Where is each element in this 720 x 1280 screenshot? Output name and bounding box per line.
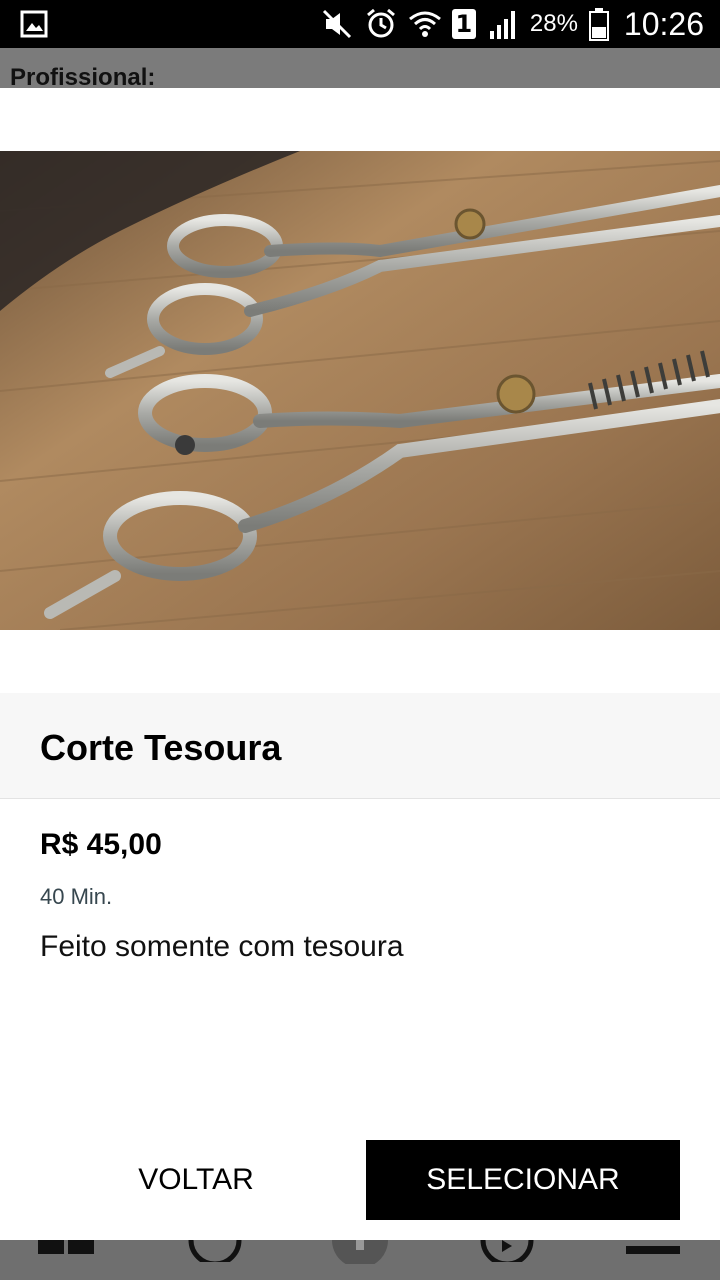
center-icon [332,1240,388,1264]
grid-icon [38,1240,94,1254]
status-time: 10:26 [623,5,704,42]
signal-icon [489,11,515,39]
service-price: R$ 45,00 [40,828,162,861]
background-nav [0,1240,720,1280]
wifi-icon [408,11,441,37]
status-bar: 1 28% 10:26 [0,0,720,48]
battery-icon [588,8,609,41]
title-band: Corte Tesoura [0,693,720,799]
mute-icon [322,9,351,39]
back-circle-icon [188,1240,242,1262]
service-duration: 40 Min. [40,884,113,909]
gallery-icon [20,10,48,38]
select-button[interactable]: SELECIONAR [366,1140,680,1220]
service-dialog: Corte Tesoura R$ 45,00 40 Min. Feito som… [0,88,720,1240]
battery-percent: 28% [529,10,578,37]
scissors-photo [0,151,720,630]
service-description: Feito somente com tesoura [40,930,404,963]
play-circle-icon [480,1240,534,1262]
sim-1-icon: 1 [451,9,476,39]
alarm-icon [366,8,395,38]
service-title: Corte Tesoura [40,727,282,768]
back-button[interactable]: VOLTAR [40,1140,352,1220]
scissors-illustration [0,151,720,630]
menu-icon [626,1246,680,1254]
